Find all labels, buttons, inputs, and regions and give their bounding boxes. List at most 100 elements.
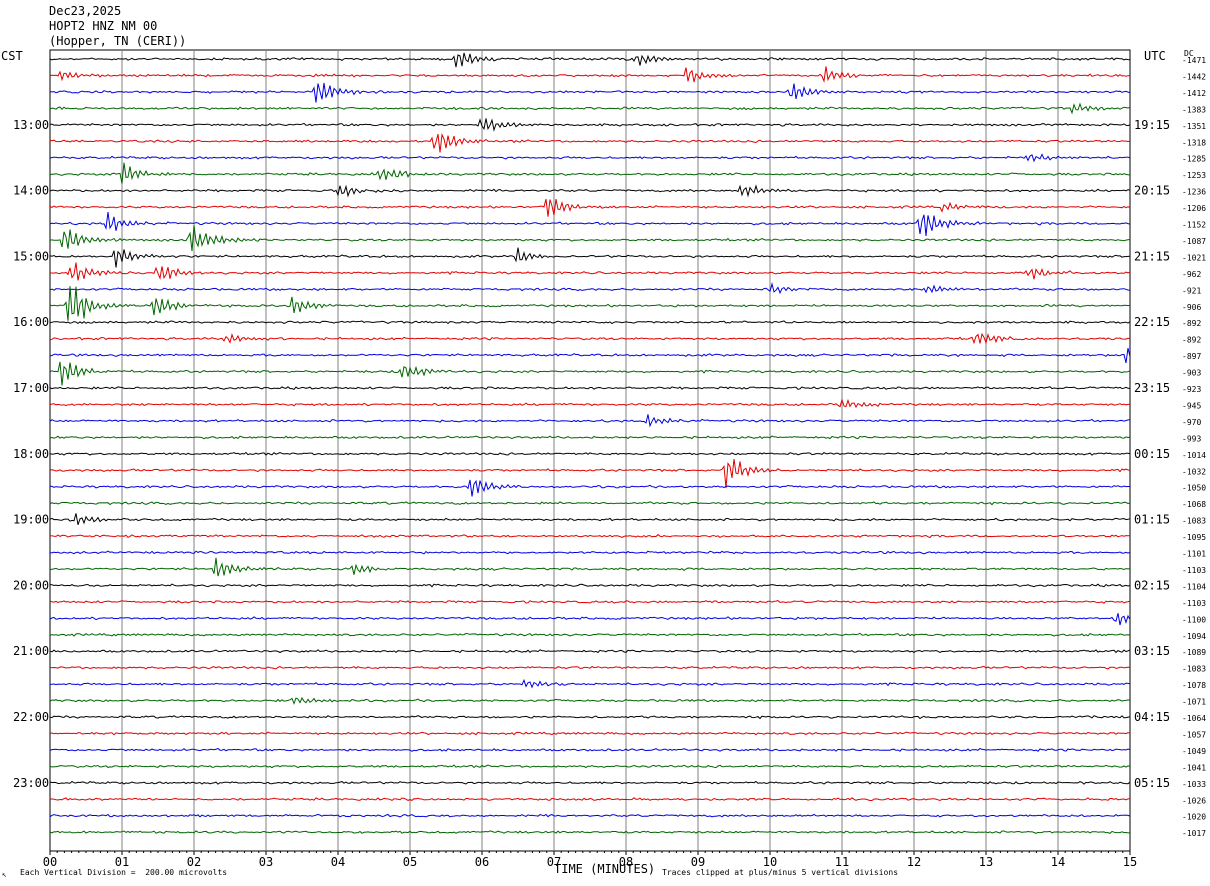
seismic-trace	[49, 557, 1131, 577]
left-hour-label: 23:00	[13, 776, 49, 790]
seismic-trace	[49, 550, 1131, 555]
dc-offset-label: -1253	[1182, 171, 1206, 180]
right-hour-label: 23:15	[1134, 381, 1170, 395]
seismic-trace	[49, 830, 1130, 834]
right-hour-label: 22:15	[1134, 315, 1170, 329]
dc-offset-label: -903	[1182, 369, 1201, 378]
seismic-trace	[49, 184, 1131, 198]
seismic-trace	[49, 361, 1131, 386]
seismic-trace	[50, 133, 1131, 153]
dc-offset-label: -1094	[1182, 632, 1206, 641]
dc-offset-label: -923	[1182, 385, 1201, 394]
seismic-trace	[49, 715, 1131, 720]
x-tick-label: 12	[907, 855, 921, 869]
x-tick-label: 06	[475, 855, 489, 869]
seismic-trace	[49, 678, 1131, 689]
dc-offset-label: -1083	[1182, 665, 1206, 674]
right-hour-label: 03:15	[1134, 644, 1170, 658]
clip-note: Traces clipped at plus/minus 5 vertical …	[662, 868, 899, 877]
left-hour-label: 21:00	[13, 644, 49, 658]
dc-offset-label: -1014	[1182, 451, 1206, 460]
seismic-trace	[49, 66, 1131, 84]
right-hour-label: 00:15	[1134, 447, 1170, 461]
seismic-trace	[50, 262, 1131, 281]
seismic-trace	[49, 479, 1130, 497]
seismic-trace	[49, 813, 1131, 818]
seismic-trace	[49, 613, 1131, 626]
seismic-trace	[49, 780, 1131, 785]
x-tick-label: 00	[43, 855, 57, 869]
dc-offset-label: -1412	[1182, 89, 1206, 98]
dc-offset-label: -1101	[1182, 550, 1206, 559]
dc-offset-label: -1032	[1182, 467, 1206, 476]
seismic-trace	[49, 731, 1131, 736]
dc-offset-label: -1089	[1182, 648, 1206, 657]
dc-offset-label: -906	[1182, 303, 1201, 312]
seismic-trace	[49, 282, 1131, 295]
dc-offset-label: -1071	[1182, 698, 1206, 707]
seismic-trace	[49, 600, 1131, 604]
right-hour-label: 19:15	[1134, 118, 1170, 132]
x-tick-label: 15	[1123, 855, 1137, 869]
seismic-trace	[49, 332, 1131, 345]
scale-note: Each Vertical Division = 200.00 microvol…	[20, 868, 228, 877]
seismic-trace	[49, 347, 1131, 364]
seismic-trace	[49, 459, 1131, 489]
dc-offset-label: -970	[1182, 418, 1201, 427]
dc-offset-label: -993	[1182, 434, 1201, 443]
dc-offset-label: -1318	[1182, 138, 1206, 147]
dc-offset-label: -1103	[1182, 599, 1206, 608]
dc-offset-label: -1103	[1182, 566, 1206, 575]
dc-offset-label: -1095	[1182, 533, 1206, 542]
dc-offset-label: -1087	[1182, 237, 1206, 246]
seismic-trace	[49, 153, 1131, 163]
dc-offset-label: -1471	[1182, 56, 1206, 65]
dc-offset-label: -1236	[1182, 188, 1206, 197]
footer-marker: ↖	[2, 870, 7, 879]
seismic-trace	[49, 513, 1131, 525]
seismic-trace	[49, 398, 1130, 409]
dc-offset-label: -1078	[1182, 681, 1206, 690]
seismic-trace	[49, 747, 1131, 752]
dc-offset-label: -1068	[1182, 500, 1206, 509]
dc-offset-label: -892	[1182, 319, 1201, 328]
seismic-trace	[49, 225, 1131, 252]
dc-offset-label: -1041	[1182, 763, 1206, 772]
right-hour-label: 02:15	[1134, 578, 1170, 592]
dc-offset-label: -962	[1182, 270, 1201, 279]
dc-offset-label: -897	[1182, 352, 1201, 361]
dc-offset-label: -1050	[1182, 484, 1206, 493]
dc-offset-label: -1026	[1182, 796, 1206, 805]
x-tick-label: 13	[979, 855, 993, 869]
x-tick-label: 02	[187, 855, 201, 869]
dc-offset-label: -1020	[1182, 813, 1206, 822]
seismic-trace	[49, 320, 1131, 325]
x-tick-label: 09	[691, 855, 705, 869]
left-hour-label: 14:00	[13, 184, 49, 198]
dc-offset-label: -1083	[1182, 517, 1206, 526]
x-axis-label: TIME (MINUTES)	[554, 862, 656, 876]
right-hour-label: 04:15	[1134, 710, 1170, 724]
dc-offset-label: -1104	[1182, 582, 1206, 591]
dc-offset-label: -1021	[1182, 253, 1206, 262]
dc-offset-label: -1351	[1182, 122, 1206, 131]
dc-offset-label: -1383	[1182, 105, 1206, 114]
left-hour-label: 22:00	[13, 710, 49, 724]
seismic-trace	[49, 665, 1131, 670]
seismic-trace	[49, 247, 1131, 268]
x-tick-label: 01	[115, 855, 129, 869]
x-tick-label: 04	[331, 855, 345, 869]
seismic-trace	[49, 414, 1131, 428]
seismic-trace	[49, 82, 1131, 103]
x-tick-label: 05	[403, 855, 417, 869]
seismic-trace	[49, 52, 1131, 68]
helicorder-plot: 00 01 02 03 04 05 06 07 08 09 10 11 12 13 14 15-1471-14…	[13, 49, 1206, 869]
x-tick-label: 03	[259, 855, 273, 869]
seismic-trace	[49, 118, 1131, 132]
dc-offset-label: -1033	[1182, 780, 1206, 789]
x-tick-label: 11	[835, 855, 849, 869]
dc-offset-label: -1064	[1182, 714, 1206, 723]
left-hour-label: 17:00	[13, 381, 49, 395]
dc-offset-label: -1442	[1182, 72, 1206, 81]
x-tick-label: 14	[1051, 855, 1065, 869]
